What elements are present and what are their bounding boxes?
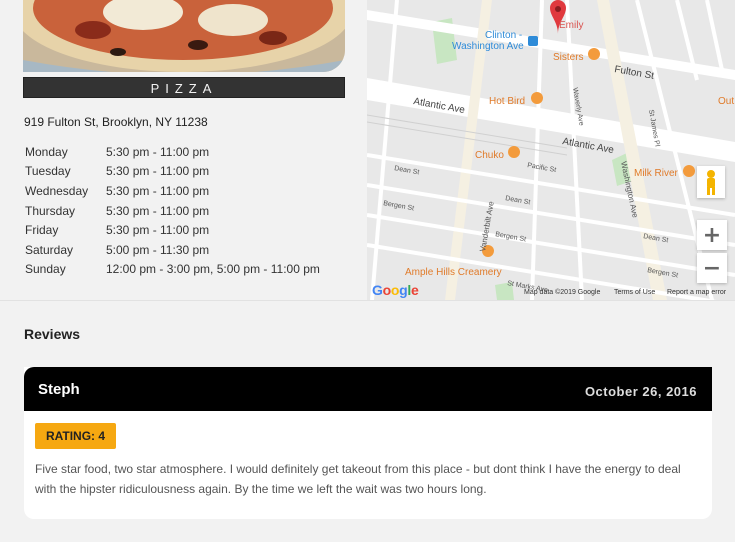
google-logo[interactable]: Google — [372, 282, 419, 298]
reviewer-name: Steph — [38, 381, 80, 398]
hours-time: 12:00 pm - 3:00 pm, 5:00 pm - 11:00 pm — [106, 262, 320, 277]
map-label: Out — [718, 96, 734, 107]
terms-link[interactable]: Terms of Use — [614, 289, 655, 296]
location-map[interactable]: Emily Clinton - Washington Ave Sisters F… — [367, 0, 735, 300]
hours-time: 5:30 pm - 11:00 pm — [106, 144, 210, 159]
poi-marker[interactable] — [508, 146, 520, 158]
map-label: Hot Bird — [489, 96, 525, 107]
hours-day: Thursday — [25, 203, 76, 218]
hours-row: Sunday 12:00 pm - 3:00 pm, 5:00 pm - 11:0… — [25, 260, 320, 280]
map-label: Emily — [559, 20, 583, 31]
hours-row: Monday 5:30 pm - 11:00 pm — [25, 142, 320, 162]
hours-time: 5:30 pm - 11:00 pm — [106, 183, 210, 198]
poi-marker[interactable] — [531, 92, 543, 104]
hours-row: Friday 5:30 pm - 11:00 pm — [25, 220, 320, 240]
hours-row: Saturday 5:00 pm - 11:30 pm — [25, 240, 320, 260]
restaurant-address: 919 Fulton St, Brooklyn, NY 11238 — [24, 115, 208, 129]
hours-day: Wednesday — [25, 183, 89, 198]
section-divider — [0, 300, 735, 301]
map-label: Sisters — [553, 52, 584, 63]
hours-time: 5:30 pm - 11:00 pm — [106, 164, 210, 179]
map-label: Washington Ave — [452, 41, 524, 52]
hours-time: 5:30 pm - 11:00 pm — [106, 203, 210, 218]
map-data-attribution: Map data ©2019 Google — [524, 289, 601, 296]
hours-day: Saturday — [25, 242, 74, 257]
hours-day: Tuesday — [25, 164, 71, 179]
hours-row: Wednesday 5:30 pm - 11:00 pm — [25, 181, 320, 201]
pizza-photo — [23, 0, 345, 72]
hours-row: Thursday 5:30 pm - 11:00 pm — [25, 201, 320, 221]
map-label: Clinton - — [485, 30, 522, 41]
rating-badge: RATING: 4 — [35, 423, 116, 449]
reviews-heading: Reviews — [24, 326, 81, 342]
poi-marker[interactable] — [588, 48, 600, 60]
map-label: Chuko — [475, 150, 504, 161]
map-label: Ample Hills Creamery — [405, 267, 502, 278]
hours-day: Friday — [25, 223, 59, 238]
hours-day: Monday — [25, 144, 68, 159]
zoom-in-button[interactable]: + — [697, 220, 727, 250]
hours-time: 5:00 pm - 11:30 pm — [106, 242, 210, 257]
hours-time: 5:30 pm - 11:00 pm — [106, 223, 210, 238]
map-label: Milk River — [634, 168, 679, 179]
review-text: Five star food, two star atmosphere. I w… — [35, 462, 681, 496]
review-date: October 26, 2016 — [584, 384, 697, 399]
category-label: PIZZA — [23, 77, 345, 98]
transit-icon[interactable] — [528, 36, 538, 46]
hours-day: Sunday — [25, 262, 66, 277]
report-map-error-link[interactable]: Report a map error — [667, 289, 726, 296]
poi-marker[interactable] — [683, 165, 695, 177]
hours-row: Tuesday 5:30 pm - 11:00 pm — [25, 162, 320, 182]
map-canvas[interactable]: Emily Clinton - Washington Ave Sisters F… — [367, 0, 735, 300]
street-view-pegman-icon[interactable] — [697, 166, 725, 198]
zoom-out-button[interactable]: − — [697, 253, 727, 283]
opening-hours: Monday 5:30 pm - 11:00 pm Tuesday 5:30 pm … — [25, 142, 320, 279]
